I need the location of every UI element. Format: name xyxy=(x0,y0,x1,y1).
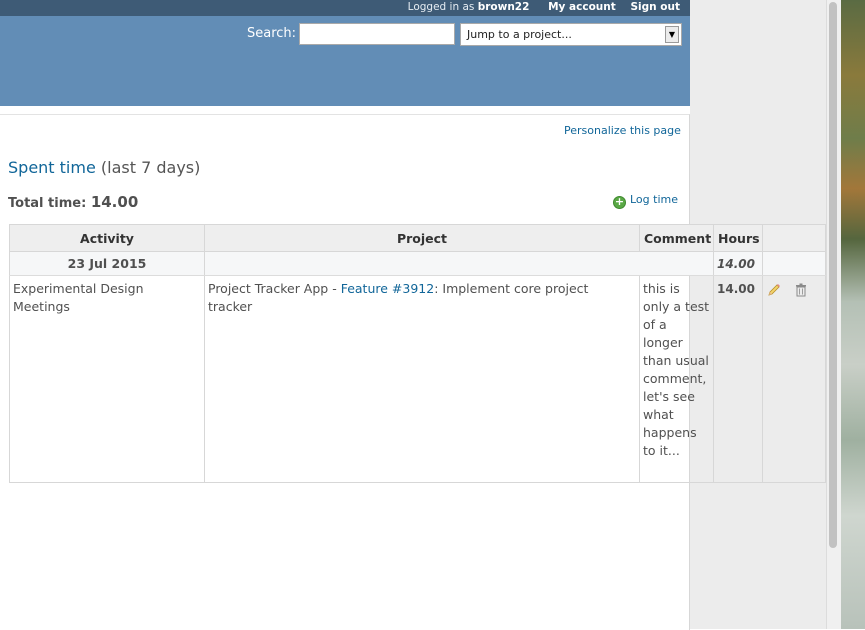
trash-icon[interactable] xyxy=(795,283,807,297)
column-header-project: Project xyxy=(204,224,640,252)
issue-link[interactable]: Feature #3912 xyxy=(341,281,435,296)
search-label: Search: xyxy=(247,26,297,41)
scrollbar-thumb[interactable] xyxy=(829,2,837,548)
group-hours: 14.00 xyxy=(713,251,763,276)
logged-in-username[interactable]: brown22 xyxy=(478,1,530,13)
total-time-label: Total time: xyxy=(8,196,87,211)
column-header-actions xyxy=(762,224,826,252)
column-header-activity: Activity xyxy=(9,224,205,252)
chevron-down-icon[interactable]: ▼ xyxy=(665,26,679,43)
log-time-label: Log time xyxy=(630,193,678,206)
desktop-wallpaper xyxy=(840,0,865,629)
total-time: Total time: 14.00 xyxy=(8,193,138,211)
top-menu: Logged in as brown22 My account Sign out xyxy=(0,0,690,16)
page-title: Spent time (last 7 days) xyxy=(8,158,200,177)
spent-time-link[interactable]: Spent time xyxy=(8,158,96,177)
search-input[interactable] xyxy=(299,23,455,45)
logged-in-prefix: Logged in as xyxy=(407,1,475,13)
personalize-page-link[interactable]: Personalize this page xyxy=(564,124,681,137)
date-group-row: 23 Jul 2015 14.00 xyxy=(9,251,826,276)
project-cell: Project Tracker App - Feature #3912: Imp… xyxy=(204,275,640,483)
project-name: Project Tracker App xyxy=(208,281,329,296)
my-account-link[interactable]: My account xyxy=(548,1,616,13)
table-header-row: Activity Project Comment Hours xyxy=(9,224,826,252)
total-time-value: 14.00 xyxy=(90,193,139,211)
group-spacer xyxy=(204,251,714,276)
group-actions-spacer xyxy=(762,251,826,276)
group-date: 23 Jul 2015 xyxy=(9,251,205,276)
project-jump-select[interactable]: Jump to a project... ▼ xyxy=(460,23,682,46)
pencil-icon[interactable] xyxy=(767,283,781,297)
comment-cell: this is only a test of a longer than usu… xyxy=(639,275,714,483)
account-area: Logged in as brown22 My account Sign out xyxy=(408,1,680,13)
log-time-link[interactable]: + Log time xyxy=(613,193,678,209)
activity-cell: Experimental Design Meetings xyxy=(9,275,205,483)
sign-out-link[interactable]: Sign out xyxy=(630,1,680,13)
add-icon: + xyxy=(613,195,626,209)
column-header-hours: Hours xyxy=(713,224,763,252)
project-jump-label: Jump to a project... xyxy=(467,28,572,41)
time-entries-table: Activity Project Comment Hours 23 Jul 20… xyxy=(9,224,826,483)
table-row: Experimental Design Meetings Project Tra… xyxy=(9,275,826,483)
project-separator: - xyxy=(328,281,341,296)
actions-cell xyxy=(762,275,826,483)
header: Search: Jump to a project... ▼ xyxy=(0,16,690,106)
column-header-comment: Comment xyxy=(639,224,714,252)
hours-cell: 14.00 xyxy=(713,275,763,483)
page-title-suffix: (last 7 days) xyxy=(100,158,201,177)
